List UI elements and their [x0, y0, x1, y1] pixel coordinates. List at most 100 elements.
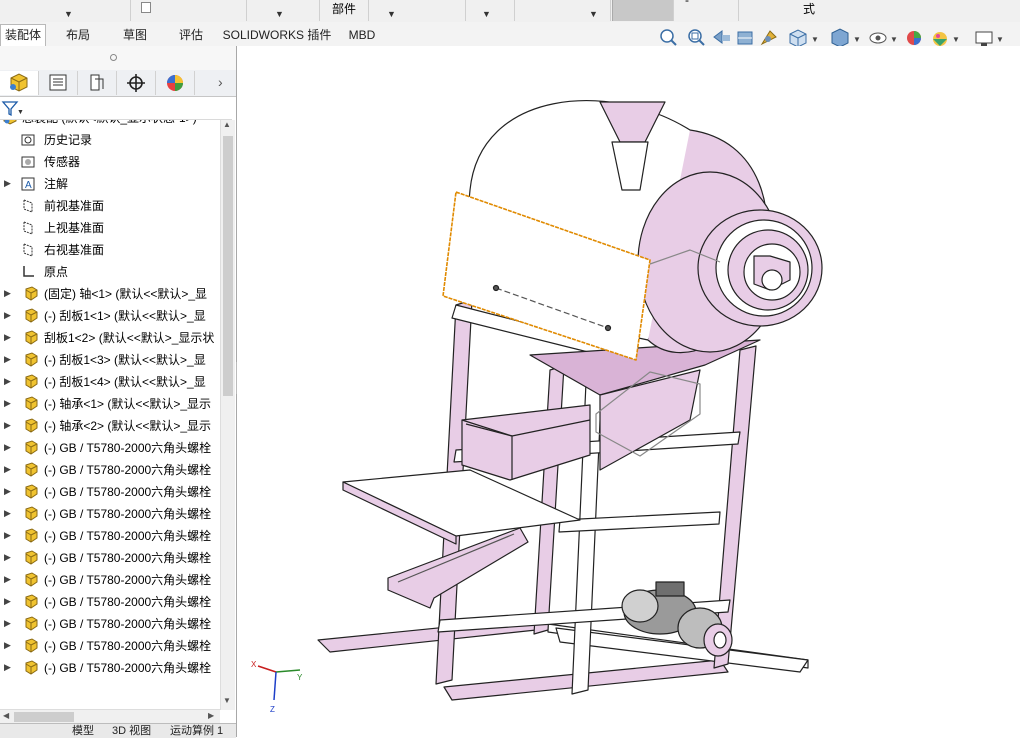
- command-cell[interactable]: ▼: [466, 0, 515, 21]
- command-cell[interactable]: ▼: [247, 0, 320, 21]
- tab-displaymanager[interactable]: [156, 71, 195, 95]
- filter-icon[interactable]: ▼: [0, 97, 24, 119]
- expand-arrow-icon[interactable]: ▶: [4, 574, 11, 585]
- tab-motion-study[interactable]: 运动算例 1: [170, 725, 223, 738]
- tree-item[interactable]: 原点: [0, 261, 220, 283]
- tree-item[interactable]: ▶ (-) GB / T5780-2000六角头螺栓: [0, 525, 220, 547]
- expand-arrow-icon[interactable]: ▶: [4, 288, 11, 299]
- tree-item[interactable]: ▶ (-) 轴承<2> (默认<<默认>_显示: [0, 415, 220, 437]
- expand-arrow-icon[interactable]: ▶: [4, 486, 11, 497]
- chevron-right-icon[interactable]: ›: [218, 74, 223, 90]
- previous-view-icon[interactable]: [713, 30, 730, 44]
- command-cell[interactable]: -: [673, 0, 739, 21]
- checkbox-icon[interactable]: [141, 2, 151, 13]
- tab-dimxpert[interactable]: [117, 71, 156, 95]
- tree-root-assembly[interactable]: 总装配 (默认<默认_显示状态-1>): [0, 120, 220, 129]
- expand-arrow-icon[interactable]: ▶: [4, 508, 11, 519]
- expand-arrow-icon[interactable]: ▶: [4, 178, 11, 189]
- expand-arrow-icon[interactable]: ▶: [4, 640, 11, 651]
- active-command-button[interactable]: [612, 0, 674, 21]
- command-cell[interactable]: ▼: [515, 0, 611, 21]
- tab-evaluate[interactable]: 评估: [164, 24, 218, 47]
- scroll-right-icon[interactable]: ▶: [208, 711, 214, 720]
- tab-3d-view[interactable]: 3D 视图: [112, 725, 151, 738]
- graphics-viewport[interactable]: X Y Z: [237, 46, 1020, 737]
- tree-item[interactable]: ▶ (-) GB / T5780-2000六角头螺栓: [0, 635, 220, 657]
- tree-item[interactable]: ▶ (-) GB / T5780-2000六角头螺栓: [0, 481, 220, 503]
- chevron-down-icon[interactable]: ▼: [387, 6, 396, 22]
- expand-arrow-icon[interactable]: ▶: [4, 618, 11, 629]
- tree-vertical-scrollbar[interactable]: ▲ ▼: [220, 120, 235, 710]
- assembly-model-view[interactable]: X Y Z: [237, 46, 1020, 737]
- scroll-up-icon[interactable]: ▲: [223, 120, 231, 129]
- expand-arrow-icon[interactable]: ▶: [4, 376, 11, 387]
- tree-item[interactable]: ▶ 刮板1<2> (默认<<默认>_显示状: [0, 327, 220, 349]
- tree-item[interactable]: ▶ (-) GB / T5780-2000六角头螺栓: [0, 503, 220, 525]
- tab-mbd[interactable]: MBD: [336, 24, 388, 47]
- chevron-down-icon[interactable]: ▼: [589, 6, 598, 22]
- tree-item[interactable]: ▶ (-) GB / T5780-2000六角头螺栓: [0, 569, 220, 591]
- scrollbar-thumb[interactable]: [223, 136, 233, 396]
- expand-arrow-icon[interactable]: ▶: [4, 464, 11, 475]
- apply-scene-icon[interactable]: ▼: [933, 32, 960, 46]
- tab-configurationmanager[interactable]: [78, 71, 117, 95]
- tab-layout[interactable]: 布局: [52, 24, 104, 47]
- expand-arrow-icon[interactable]: ▶: [4, 530, 11, 541]
- tree-item[interactable]: ▶ (-) 轴承<1> (默认<<默认>_显示: [0, 393, 220, 415]
- tab-assembly[interactable]: 装配体: [0, 24, 46, 47]
- tree-horizontal-scrollbar[interactable]: ◀ ▶: [0, 709, 220, 724]
- expand-arrow-icon[interactable]: ▶: [4, 398, 11, 409]
- tree-item[interactable]: ▶ (-) 刮板1<3> (默认<<默认>_显: [0, 349, 220, 371]
- tree-item[interactable]: ▶ (-) GB / T5780-2000六角头螺栓: [0, 437, 220, 459]
- view-settings-icon[interactable]: ▼: [975, 31, 1004, 46]
- edit-appearance-icon[interactable]: [907, 31, 921, 45]
- scroll-left-icon[interactable]: ◀: [3, 711, 9, 720]
- hide-show-icon[interactable]: ▼: [869, 32, 898, 44]
- tree-item[interactable]: 右视基准面: [0, 239, 220, 261]
- tree-item[interactable]: 传感器: [0, 151, 220, 173]
- tree-item[interactable]: ▶ (固定) 轴<1> (默认<<默认>_显: [0, 283, 220, 305]
- dynamic-annotation-icon[interactable]: [760, 30, 777, 46]
- tab-solidworks-addins[interactable]: SOLIDWORKS 插件: [220, 24, 334, 47]
- expand-arrow-icon[interactable]: ▶: [4, 596, 11, 607]
- expand-arrow-icon[interactable]: ▶: [4, 662, 11, 673]
- tree-item[interactable]: ▶ (-) GB / T5780-2000六角头螺栓: [0, 459, 220, 481]
- chevron-down-icon[interactable]: ▼: [64, 6, 73, 22]
- scrollbar-thumb[interactable]: [14, 712, 74, 722]
- zoom-to-fit-icon[interactable]: [660, 29, 677, 46]
- tree-item[interactable]: ▶ (-) 刮板1<4> (默认<<默认>_显: [0, 371, 220, 393]
- pin-icon[interactable]: [110, 54, 117, 61]
- tree-item[interactable]: ▶ (-) GB / T5780-2000六角头螺栓: [0, 657, 220, 679]
- tree-item[interactable]: 前视基准面: [0, 195, 220, 217]
- tree-item[interactable]: ▶ A 注解: [0, 173, 220, 195]
- view-orientation-icon[interactable]: ▼: [789, 29, 819, 48]
- command-cell[interactable]: ▼: [0, 0, 131, 21]
- parts-command[interactable]: 部件: [320, 0, 369, 21]
- tree-item[interactable]: ▶ (-) 刮板1<1> (默认<<默认>_显: [0, 305, 220, 327]
- expand-arrow-icon[interactable]: ▶: [4, 442, 11, 453]
- command-cell[interactable]: ▼: [369, 0, 466, 21]
- section-view-icon[interactable]: [737, 31, 753, 45]
- expand-arrow-icon[interactable]: ▶: [4, 332, 11, 343]
- filter-bar[interactable]: ▼: [0, 97, 232, 120]
- scroll-down-icon[interactable]: ▼: [223, 696, 231, 705]
- tree-item[interactable]: 历史记录: [0, 129, 220, 151]
- tree-item[interactable]: ▶ (-) GB / T5780-2000六角头螺栓: [0, 613, 220, 635]
- display-style-icon[interactable]: ▼: [831, 28, 861, 48]
- tab-propertymanager[interactable]: [39, 71, 78, 95]
- expand-arrow-icon[interactable]: ▶: [4, 354, 11, 365]
- tab-featuremanager[interactable]: [0, 71, 39, 95]
- expand-arrow-icon[interactable]: ▶: [4, 552, 11, 563]
- tree-item[interactable]: 上视基准面: [0, 217, 220, 239]
- expand-arrow-icon[interactable]: ▶: [4, 310, 11, 321]
- zoom-area-icon[interactable]: [688, 29, 705, 46]
- chevron-down-icon[interactable]: ▼: [482, 6, 491, 22]
- tab-model[interactable]: 模型: [72, 725, 94, 738]
- expand-arrow-icon[interactable]: ▶: [4, 420, 11, 431]
- chevron-down-icon[interactable]: ▼: [275, 6, 284, 22]
- display-style-command[interactable]: 式: [739, 0, 879, 21]
- tree-item[interactable]: ▶ (-) GB / T5780-2000六角头螺栓: [0, 547, 220, 569]
- tree-item[interactable]: ▶ (-) GB / T5780-2000六角头螺栓: [0, 591, 220, 613]
- command-cell[interactable]: [131, 0, 247, 21]
- tab-sketch[interactable]: 草图: [108, 24, 162, 47]
